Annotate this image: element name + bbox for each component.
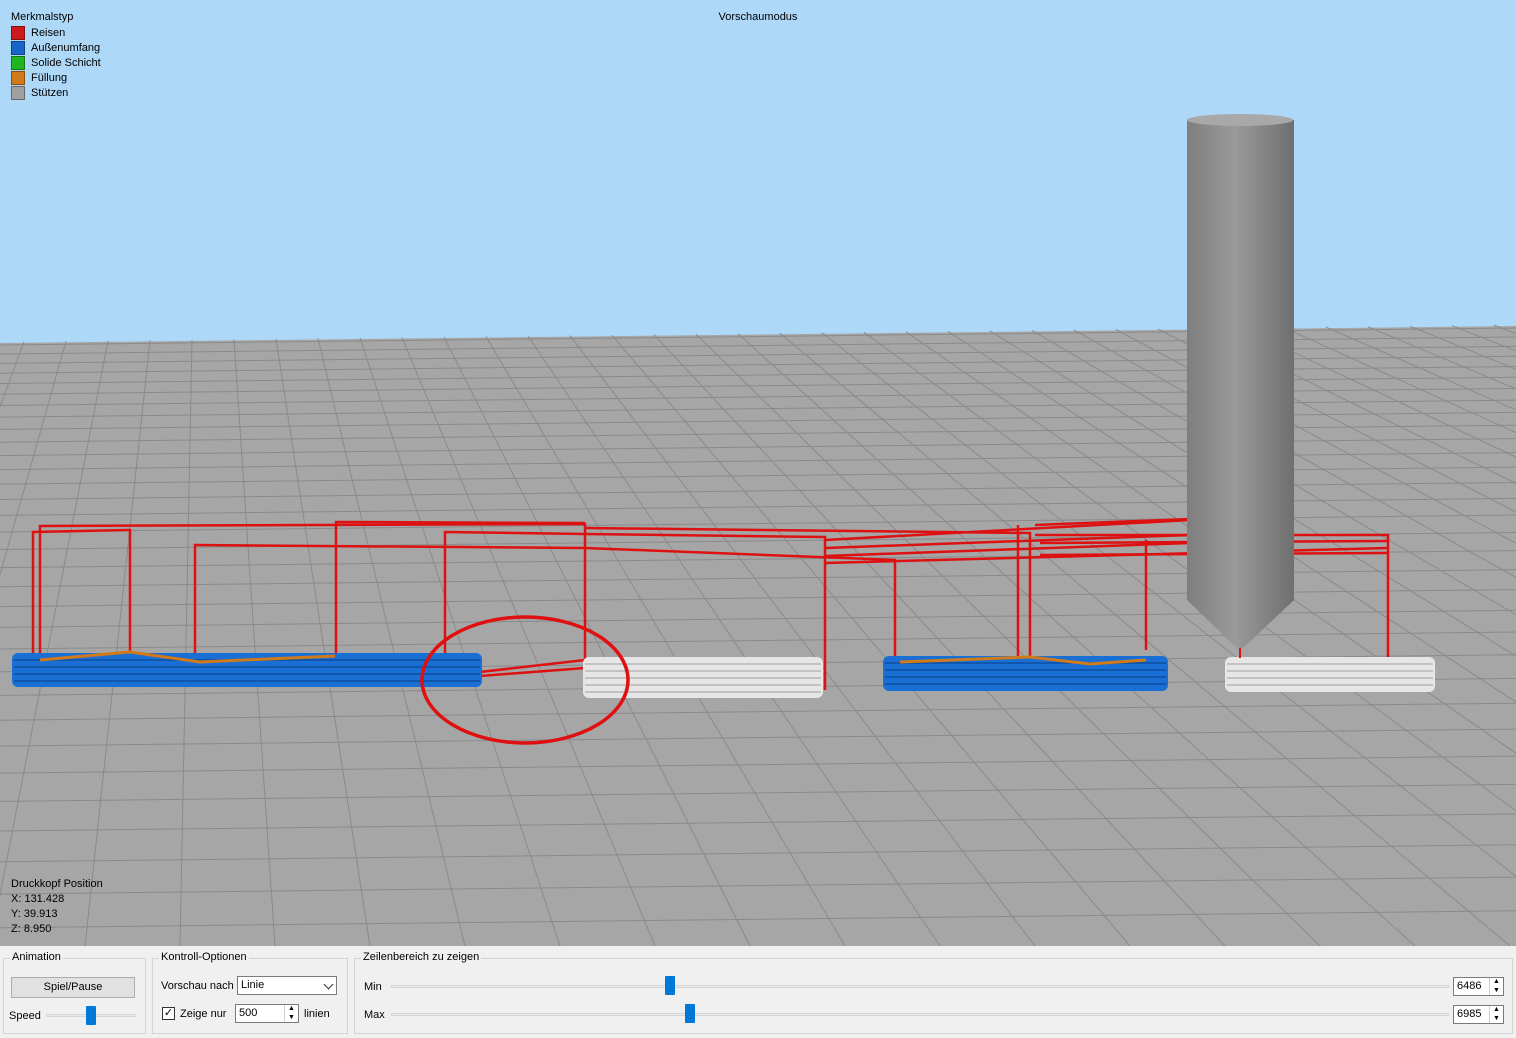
legend-swatch [11, 70, 25, 85]
legend-swatch [11, 40, 25, 55]
spin-up-icon[interactable]: ▲ [285, 1005, 298, 1014]
spin-down-icon[interactable]: ▼ [285, 1014, 298, 1023]
speed-label: Speed [9, 1010, 41, 1022]
show-only-checkbox[interactable]: ✓ [162, 1007, 175, 1020]
controls-panel: Animation Spiel/Pause Speed Kontroll-Opt… [0, 946, 1516, 1038]
preview-mode-label: Vorschaumodus [718, 11, 798, 23]
chevron-down-icon [323, 979, 334, 990]
spin-up-icon[interactable]: ▲ [1490, 1006, 1503, 1015]
min-line-value: 6486 [1457, 980, 1482, 992]
control-options-title: Kontroll-Optionen [159, 951, 249, 963]
legend-item-infill: Füllung [11, 70, 101, 85]
preview-by-select[interactable]: Linie [237, 976, 337, 995]
spin-buttons: ▲ ▼ [284, 1005, 298, 1022]
max-slider-track[interactable] [391, 1013, 1449, 1016]
head-position-z: Z: 8.950 [11, 923, 52, 935]
legend-item-solid-layer: Solide Schicht [11, 55, 101, 70]
checkmark-icon: ✓ [163, 1007, 174, 1019]
spin-buttons: ▲ ▼ [1489, 978, 1503, 995]
legend-label: Stützen [31, 86, 69, 99]
line-range-title: Zeilenbereich zu zeigen [361, 951, 482, 963]
legend-item-perimeter: Außenumfang [11, 40, 101, 55]
head-position-y: Y: 39.913 [11, 908, 58, 920]
print-head-nozzle [1187, 114, 1294, 658]
line-range-group: Zeilenbereich zu zeigen Min 6486 ▲ ▼ Max… [354, 951, 1513, 1034]
feature-type-legend: Merkmalstyp Reisen Außenumfang Solide Sc… [11, 11, 101, 100]
3d-preview-scene[interactable] [0, 0, 1516, 946]
animation-group-title: Animation [10, 951, 63, 963]
legend-label: Reisen [31, 26, 66, 39]
preview-by-label: Vorschau nach [161, 980, 234, 992]
legend-swatch [11, 25, 25, 40]
preview-viewport[interactable]: Vorschaumodus Merkmalstyp Reisen Außenum… [0, 0, 1516, 946]
spin-buttons: ▲ ▼ [1489, 1006, 1503, 1023]
legend-swatch [11, 85, 25, 100]
legend-item-travel: Reisen [11, 25, 101, 40]
preview-by-value: Linie [241, 979, 265, 991]
head-position-title: Druckkopf Position [11, 878, 103, 890]
play-pause-button[interactable]: Spiel/Pause [11, 977, 135, 998]
min-slider-track[interactable] [391, 985, 1449, 988]
max-slider-thumb[interactable] [685, 1004, 695, 1023]
spin-down-icon[interactable]: ▼ [1490, 1015, 1503, 1024]
max-label: Max [364, 1009, 385, 1021]
speed-slider-thumb[interactable] [86, 1006, 96, 1025]
legend-label: Außenumfang [31, 41, 101, 54]
control-options-group: Kontroll-Optionen Vorschau nach Linie ✓ … [152, 951, 348, 1034]
max-line-input[interactable]: 6985 ▲ ▼ [1453, 1005, 1504, 1024]
head-position-x: X: 131.428 [11, 893, 65, 905]
spin-up-icon[interactable]: ▲ [1490, 978, 1503, 987]
min-label: Min [364, 981, 382, 993]
show-only-lines-value: 500 [239, 1007, 258, 1019]
legend-item-supports: Stützen [11, 85, 101, 100]
animation-group: Animation Spiel/Pause Speed [3, 951, 146, 1034]
legend-title: Merkmalstyp [11, 11, 74, 23]
print-head-position: Druckkopf Position X: 131.428 Y: 39.913 … [11, 877, 103, 937]
min-line-input[interactable]: 6486 ▲ ▼ [1453, 977, 1504, 996]
max-line-value: 6985 [1457, 1008, 1482, 1020]
show-only-label: Zeige nur [180, 1008, 227, 1020]
lines-label: linien [304, 1008, 330, 1020]
show-only-lines-input[interactable]: 500 ▲ ▼ [235, 1004, 299, 1023]
legend-swatch [11, 55, 25, 70]
spin-down-icon[interactable]: ▼ [1490, 987, 1503, 996]
min-slider-thumb[interactable] [665, 976, 675, 995]
legend-label: Füllung [31, 71, 68, 84]
legend-label: Solide Schicht [31, 56, 101, 69]
